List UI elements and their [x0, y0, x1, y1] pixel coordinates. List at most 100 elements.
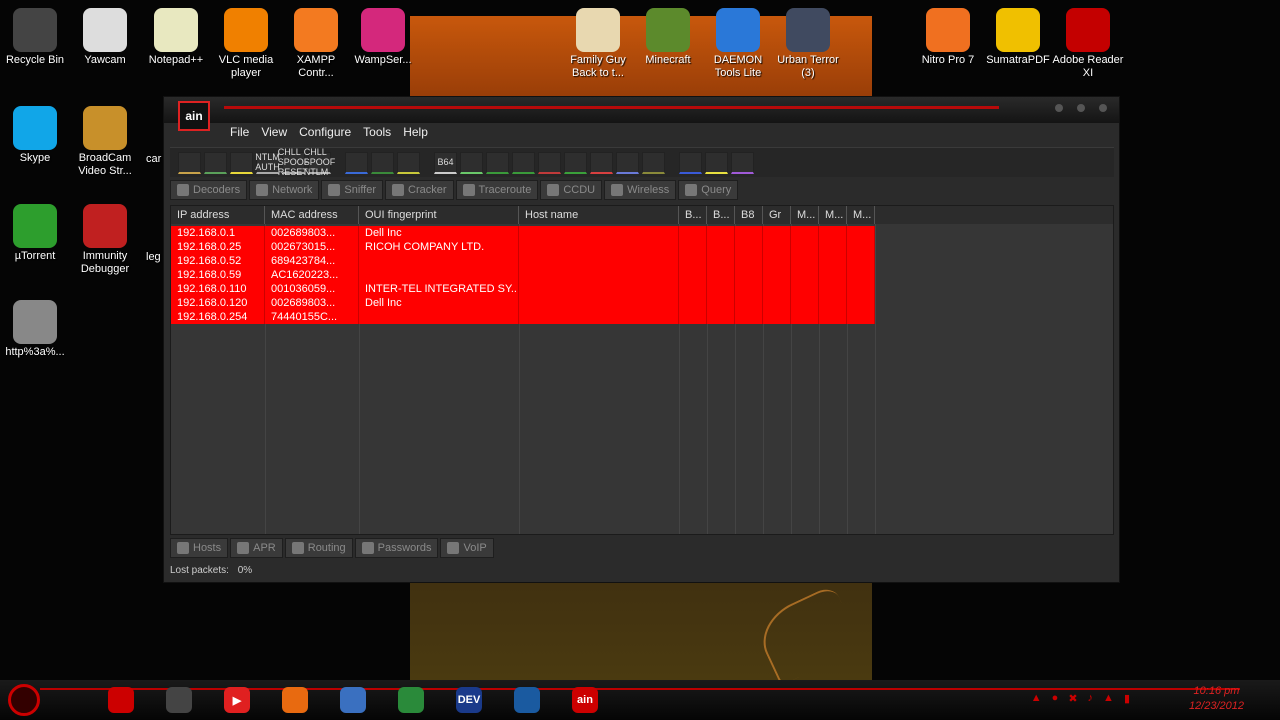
desktop-icon-sumatrapdf[interactable]: SumatraPDF	[980, 8, 1056, 67]
clock[interactable]: 10:16 pm 12/23/2012	[1189, 684, 1244, 714]
table-row[interactable]: 192.168.0.1 002689803... Dell Inc	[171, 226, 875, 240]
toolbar-button-15[interactable]	[564, 151, 587, 174]
desktop-icon-adobe-reader-xi[interactable]: Adobe Reader XI	[1050, 8, 1126, 80]
column-header-host-name[interactable]: Host name	[519, 206, 679, 224]
column-header-gr[interactable]: Gr	[763, 206, 791, 224]
table-row[interactable]: 192.168.0.120 002689803... Dell Inc	[171, 296, 875, 310]
taskbar-item-media-center[interactable]	[95, 683, 147, 717]
tab-traceroute[interactable]: Traceroute	[455, 180, 539, 200]
desktop-icon-broadcam-video-str[interactable]: BroadCam Video Str...	[67, 106, 143, 178]
desktop-icon-label: Urban Terror (3)	[777, 54, 839, 79]
taskbar-item-film[interactable]	[153, 683, 205, 717]
tray-arrow-icon[interactable]: ▲	[1031, 692, 1042, 705]
menu-help[interactable]: Help	[397, 125, 434, 141]
tab-routing[interactable]: Routing	[284, 538, 353, 558]
taskbar-item-chrome[interactable]	[385, 683, 437, 717]
desktop-icon-daemon-tools-lite[interactable]: DAEMON Tools Lite	[700, 8, 776, 80]
tray-x-icon[interactable]: ✖	[1068, 692, 1077, 705]
desktop-icon-vlc-media-player[interactable]: VLC media player	[208, 8, 284, 80]
table-row[interactable]: 192.168.0.254 74440155C...	[171, 310, 875, 324]
tab-wireless[interactable]: Wireless	[604, 180, 677, 200]
desktop-icon-notepad[interactable]: Notepad++	[138, 8, 214, 67]
toolbar-button-11[interactable]	[460, 151, 483, 174]
toolbar-button-10[interactable]: B64	[434, 151, 457, 174]
toolbar-button-12[interactable]	[486, 151, 509, 174]
column-header-m[interactable]: M...	[791, 206, 819, 224]
table-row[interactable]: 192.168.0.110 001036059... INTER-TEL INTEG…	[171, 282, 875, 296]
toolbar-button-6[interactable]: CHLL SPOOF NTLM	[304, 147, 336, 177]
tab-cracker[interactable]: Cracker	[385, 180, 454, 200]
desktop-icon-nitro-pro-7[interactable]: Nitro Pro 7	[910, 8, 986, 67]
desktop-icon-skype[interactable]: Skype	[0, 106, 73, 165]
menu-view[interactable]: View	[255, 125, 293, 141]
file-shortcut-icon	[13, 300, 57, 344]
desktop-icon-immunity-debugger[interactable]: Immunity Debugger	[67, 204, 143, 276]
toolbar-button-19[interactable]	[679, 151, 702, 174]
toolbar-button-17[interactable]	[616, 151, 639, 174]
desktop-icon-family-guy-back-to-t[interactable]: Family Guy Back to t...	[560, 8, 636, 80]
start-button[interactable]	[8, 684, 40, 716]
toolbar-button-21[interactable]	[731, 151, 754, 174]
toolbar-button-4[interactable]: NTLM AUTH	[255, 151, 280, 174]
desktop-icon-http-3a[interactable]: http%3a%...	[0, 300, 73, 359]
tab-network[interactable]: Network	[249, 180, 320, 200]
desktop-icon-torrent[interactable]: µTorrent	[0, 204, 73, 263]
toolbar-button-20[interactable]	[705, 151, 728, 174]
toolbar-button-5[interactable]: CHLL SPOOF RESET	[278, 147, 310, 177]
tab-hosts[interactable]: Hosts	[170, 538, 229, 558]
tab-sniffer[interactable]: Sniffer	[321, 180, 384, 200]
table-row[interactable]: 192.168.0.59 AC1620223...	[171, 268, 875, 282]
minimize-button[interactable]	[1055, 104, 1063, 112]
signal-icon[interactable]: ▮	[1124, 692, 1130, 705]
column-header-b[interactable]: B...	[679, 206, 707, 224]
menu-tools[interactable]: Tools	[357, 125, 397, 141]
desktop-icon-wampser[interactable]: WampSer...	[345, 8, 421, 67]
column-header-b[interactable]: B...	[707, 206, 735, 224]
toolbar-button-9[interactable]	[397, 151, 420, 174]
column-header-m[interactable]: M...	[847, 206, 875, 224]
desktop-icon-xampp-contr[interactable]: XAMPP Contr...	[278, 8, 354, 80]
table-row[interactable]: 192.168.0.52 689423784...	[171, 254, 875, 268]
menu-file[interactable]: File	[224, 125, 255, 141]
desktop-icon-recycle-bin[interactable]: Recycle Bin	[0, 8, 73, 67]
toolbar-button-8[interactable]	[371, 151, 394, 174]
table-cell	[735, 226, 763, 240]
close-button[interactable]	[1099, 104, 1107, 112]
tab-passwords[interactable]: Passwords	[354, 538, 439, 558]
toolbar-button-16[interactable]	[590, 151, 613, 174]
desktop-icon-yawcam[interactable]: Yawcam	[67, 8, 143, 67]
taskbar-item-app-shortcut[interactable]	[327, 683, 379, 717]
tab-voip[interactable]: VoIP	[440, 538, 494, 558]
toolbar-button-14[interactable]	[538, 151, 561, 174]
tab-apr[interactable]: APR	[230, 538, 283, 558]
speaker-icon[interactable]: ♪	[1088, 692, 1094, 705]
toolbar-button-13[interactable]	[512, 151, 535, 174]
column-header-b8[interactable]: B8	[735, 206, 763, 224]
tray-app-icon[interactable]: ●	[1052, 692, 1059, 705]
column-header-m[interactable]: M...	[819, 206, 847, 224]
table-row[interactable]: 192.168.0.25 002673015... RICOH COMPANY LT…	[171, 240, 875, 254]
taskbar-item-wave-app[interactable]	[501, 683, 553, 717]
tab-decoders[interactable]: Decoders	[170, 180, 248, 200]
title-bar[interactable]	[164, 97, 1119, 123]
column-header-oui-fingerprint[interactable]: OUI fingerprint	[359, 206, 519, 224]
toolbar-button-18[interactable]	[642, 151, 665, 174]
taskbar-item-cain[interactable]: ain	[559, 683, 611, 717]
desktop-icon-minecraft[interactable]: Minecraft	[630, 8, 706, 67]
tab-query[interactable]: Query	[678, 180, 739, 200]
menu-configure[interactable]: Configure	[293, 125, 357, 141]
toolbar-button-3[interactable]	[230, 151, 253, 174]
wifi-icon[interactable]: ▲	[1103, 692, 1114, 705]
taskbar-item-media-player[interactable]: ▶	[211, 683, 263, 717]
toolbar-button-7[interactable]	[345, 151, 368, 174]
taskbar-item-firefox[interactable]	[269, 683, 321, 717]
taskbar-item-devcpp[interactable]: DEV	[443, 683, 495, 717]
tab-ccdu[interactable]: CCDU	[540, 180, 603, 200]
toolbar-button-1[interactable]	[178, 151, 201, 174]
column-header-ip-address[interactable]: IP address	[171, 206, 265, 224]
film-icon	[166, 687, 192, 713]
desktop-icon-urban-terror-3[interactable]: Urban Terror (3)	[770, 8, 846, 80]
maximize-button[interactable]	[1077, 104, 1085, 112]
toolbar-button-2[interactable]	[204, 151, 227, 174]
column-header-mac-address[interactable]: MAC address	[265, 206, 359, 224]
